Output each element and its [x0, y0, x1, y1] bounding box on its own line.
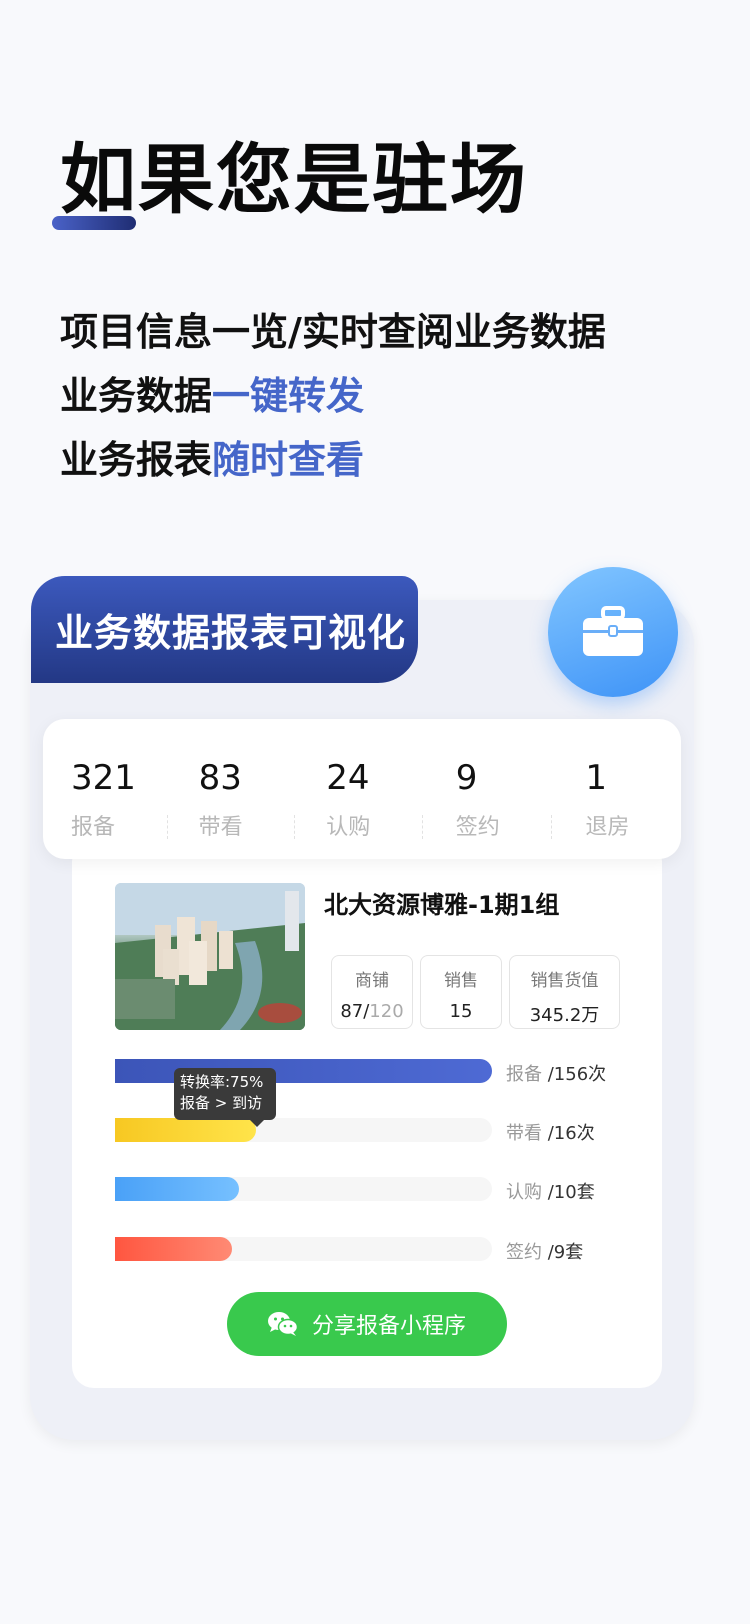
bar-label-value: /10套 — [547, 1182, 595, 1203]
amount-value: 345.2万 — [529, 1005, 600, 1026]
share-button-label: 分享报备小程序 — [311, 1314, 466, 1339]
stats-row: 321 报备 83 带看 24 认购 9 签约 1 退房 — [43, 719, 681, 859]
bar-track — [115, 1237, 492, 1261]
amount-label: 销售货值 — [530, 971, 599, 991]
banner-title: 业务数据报表可视化 — [55, 611, 407, 655]
stat-label: 签约 — [455, 815, 500, 840]
bar-label-text: 签约 — [506, 1242, 542, 1263]
shop-total: 120 — [369, 1001, 404, 1022]
conversion-tooltip: 转换率:75% 报备 > 到访 — [174, 1068, 276, 1127]
briefcase-icon — [583, 606, 643, 656]
feature-line-3: 业务报表随时查看 — [60, 428, 606, 492]
bar-label-value: /156次 — [547, 1064, 607, 1085]
feature-line-3-highlight: 随时查看 — [212, 438, 365, 482]
feature-line-3-text: 业务报表 — [60, 438, 213, 482]
share-button[interactable]: 分享报备小程序 — [227, 1292, 507, 1356]
stat-report[interactable]: 321 报备 — [43, 719, 167, 841]
stat-value: 321 — [71, 758, 136, 798]
briefcase-button[interactable] — [548, 567, 678, 697]
feature-line-2: 业务数据一键转发 — [60, 364, 606, 428]
bar-track — [115, 1059, 492, 1083]
stat-sign[interactable]: 9 签约 — [421, 719, 552, 841]
bar-label-report: 报备 /156次 — [506, 1060, 606, 1086]
stat-subscribe[interactable]: 24 认购 — [294, 719, 422, 841]
feature-line-1-text: 项目信息一览/实时查阅业务数据 — [60, 310, 606, 354]
bar-fill-report — [115, 1059, 492, 1083]
stat-visit[interactable]: 83 带看 — [166, 719, 295, 841]
sales-box: 销售 15 — [420, 955, 502, 1029]
tooltip-flow: 报备 > 到访 — [180, 1094, 263, 1112]
stat-label: 退房 — [585, 815, 630, 840]
stat-value: 24 — [326, 758, 370, 798]
shop-label: 商铺 — [355, 971, 389, 991]
stat-value: 1 — [585, 758, 608, 798]
stat-label: 认购 — [326, 815, 371, 840]
bar-label-text: 带看 — [506, 1123, 542, 1144]
feature-line-2-text: 业务数据 — [60, 374, 213, 418]
title-underline — [52, 216, 136, 230]
bar-label-visit: 带看 /16次 — [506, 1119, 595, 1145]
bar-label-sign: 签约 /9套 — [506, 1238, 583, 1264]
bar-label-value: /9套 — [547, 1242, 584, 1263]
bar-fill-visit — [115, 1118, 257, 1142]
stat-label: 报备 — [71, 815, 116, 840]
bar-track — [115, 1177, 492, 1201]
stat-label: 带看 — [198, 815, 243, 840]
bar-label-subscribe: 认购 /10套 — [506, 1178, 595, 1204]
shop-value: 87/120 — [332, 1001, 412, 1022]
stat-refund[interactable]: 1 退房 — [551, 719, 681, 841]
shop-sold: 87/ — [340, 1001, 370, 1022]
report-banner: 业务数据报表可视化 — [31, 576, 418, 683]
sales-value: 15 — [449, 1001, 473, 1022]
feature-line-2-highlight: 一键转发 — [212, 374, 365, 418]
stat-value: 9 — [455, 758, 478, 798]
bar-track — [115, 1118, 492, 1142]
feature-line-1: 项目信息一览/实时查阅业务数据 — [60, 300, 606, 364]
amount-box: 销售货值 345.2万 — [509, 955, 620, 1029]
stat-value: 83 — [198, 758, 242, 798]
wechat-icon — [267, 1312, 298, 1336]
project-title: 北大资源博雅-1期1组 — [324, 891, 560, 919]
feature-lines: 项目信息一览/实时查阅业务数据 业务数据一键转发 业务报表随时查看 — [60, 300, 606, 492]
sales-label: 销售 — [444, 971, 478, 991]
shop-box: 商铺 87/120 — [331, 955, 413, 1029]
bar-label-value: /16次 — [547, 1123, 595, 1144]
project-photo — [115, 883, 305, 1030]
bar-label-text: 报备 — [506, 1064, 542, 1085]
bar-label-text: 认购 — [506, 1182, 542, 1203]
bar-fill-subscribe — [115, 1177, 240, 1201]
headline: 如果您是驻场 — [60, 135, 528, 224]
tooltip-rate: 转换率:75% — [180, 1073, 264, 1091]
bar-fill-sign — [115, 1237, 232, 1261]
